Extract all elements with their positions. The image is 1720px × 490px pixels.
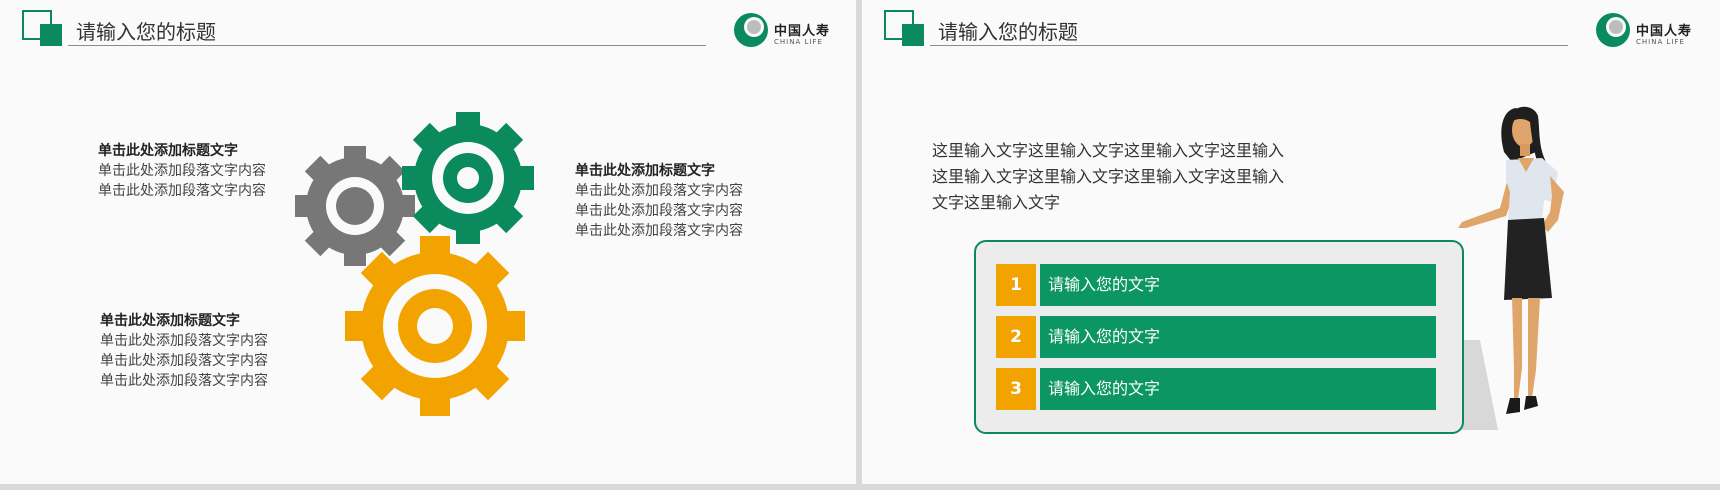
presenter-woman-illustration (1458, 106, 1564, 414)
list-number: 1 (996, 264, 1036, 306)
slide-title: 请输入您的标题 (76, 20, 216, 44)
block-line: 单击此处添加段落文字内容 (575, 223, 743, 239)
title-divider (68, 45, 706, 46)
gears-illustration (295, 112, 534, 416)
slide-left: 请输入您的标题 中国人寿 CHINA LIFE 单击此处添加标题文字 单击此处添… (0, 0, 856, 484)
logo-name-en: CHINA LIFE (1636, 38, 1685, 46)
gear-gray-icon (295, 146, 415, 266)
body-paragraph[interactable]: 这里输入文字这里输入文字这里输入文字这里输入 这里输入文字这里输入文字这里输入文… (932, 138, 1284, 216)
block-line: 单击此处添加段落文字内容 (575, 203, 743, 219)
block-line: 单击此处添加段落文字内容 (100, 373, 268, 389)
logo-name-en: CHINA LIFE (774, 38, 823, 46)
block-heading: 单击此处添加标题文字 (575, 163, 715, 179)
block-line: 单击此处添加段落文字内容 (100, 353, 268, 369)
title-divider (930, 45, 1568, 46)
slide-title: 请输入您的标题 (938, 20, 1078, 44)
logo-name-cn: 中国人寿 (774, 24, 831, 39)
block-line: 单击此处添加段落文字内容 (100, 333, 268, 349)
list-number: 2 (996, 316, 1036, 358)
china-life-logo: 中国人寿 CHINA LIFE (1594, 11, 1714, 51)
list-card: 1 请输入您的文字 2 请输入您的文字 3 请输入您的文字 (974, 240, 1464, 434)
paragraph-line: 这里输入文字这里输入文字这里输入文字这里输入 (932, 167, 1285, 186)
text-block-right[interactable]: 单击此处添加标题文字 单击此处添加段落文字内容 单击此处添加段落文字内容 单击此… (575, 161, 743, 241)
list-text: 请输入您的文字 (1040, 264, 1436, 306)
corner-square-fill (40, 24, 62, 46)
paragraph-line: 文字这里输入文字 (932, 193, 1061, 212)
block-heading: 单击此处添加标题文字 (98, 143, 238, 159)
corner-square-fill (902, 24, 924, 46)
block-line: 单击此处添加段落文字内容 (575, 183, 743, 199)
text-block-bottom-left[interactable]: 单击此处添加标题文字 单击此处添加段落文字内容 单击此处添加段落文字内容 单击此… (100, 311, 268, 391)
gear-orange-icon (345, 236, 525, 416)
china-life-logo: 中国人寿 CHINA LIFE (732, 11, 852, 51)
slide-right: 请输入您的标题 中国人寿 CHINA LIFE 这里输入文字这里输入文字这里输入… (862, 0, 1720, 484)
list-text: 请输入您的文字 (1040, 368, 1436, 410)
block-heading: 单击此处添加标题文字 (100, 313, 240, 329)
block-line: 单击此处添加段落文字内容 (98, 183, 266, 199)
list-number: 3 (996, 368, 1036, 410)
china-life-logo-icon (734, 13, 768, 47)
paragraph-line: 这里输入文字这里输入文字这里输入文字这里输入 (932, 141, 1285, 160)
list-text: 请输入您的文字 (1040, 316, 1436, 358)
logo-name-cn: 中国人寿 (1636, 24, 1693, 39)
list-item[interactable]: 1 请输入您的文字 (996, 264, 1436, 306)
list-item[interactable]: 3 请输入您的文字 (996, 368, 1436, 410)
china-life-logo-icon (1596, 13, 1630, 47)
gear-green-icon (402, 112, 534, 244)
text-block-top-left[interactable]: 单击此处添加标题文字 单击此处添加段落文字内容 单击此处添加段落文字内容 (98, 141, 266, 201)
list-item[interactable]: 2 请输入您的文字 (996, 316, 1436, 358)
block-line: 单击此处添加段落文字内容 (98, 163, 266, 179)
